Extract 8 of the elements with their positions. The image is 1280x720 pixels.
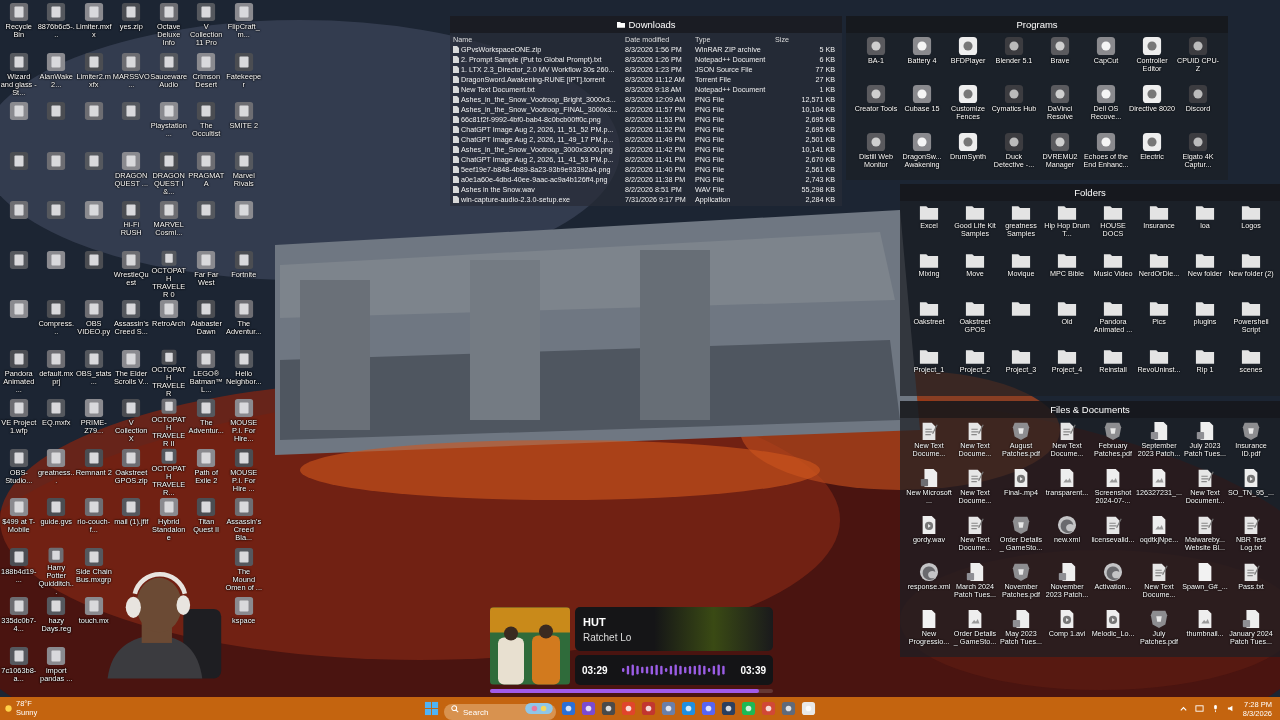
app-icon[interactable] — [721, 701, 736, 716]
chevron-icon[interactable] — [1178, 704, 1188, 713]
sun-icon — [4, 704, 13, 713]
search-highlight-icon — [525, 703, 553, 714]
search-icon — [451, 704, 459, 713]
network-icon[interactable] — [1194, 704, 1204, 713]
app-icon[interactable] — [601, 701, 616, 716]
start-icon[interactable] — [424, 701, 439, 716]
